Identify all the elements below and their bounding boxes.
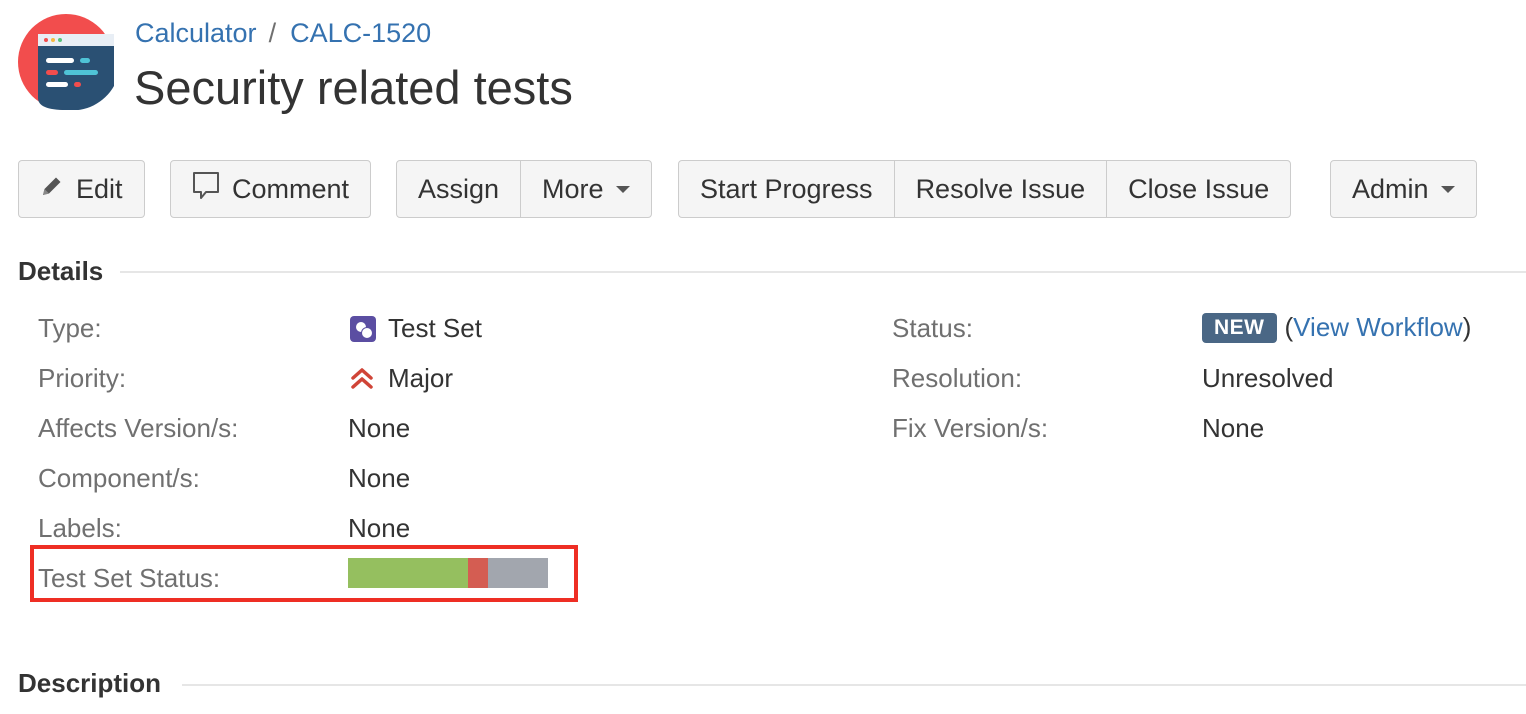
status-value: NEW (View Workflow) [1202, 312, 1471, 343]
edit-group: Edit [18, 160, 145, 218]
admin-group: Admin [1330, 160, 1477, 218]
breadcrumb: Calculator / CALC-1520 [135, 18, 431, 49]
assign-more-group: Assign More [396, 160, 652, 218]
admin-label: Admin [1352, 173, 1429, 204]
breadcrumb-issue-key-link[interactable]: CALC-1520 [290, 18, 431, 48]
fix-version-value: None [1202, 413, 1265, 443]
affects-version-value: None [348, 413, 411, 443]
description-divider [182, 684, 1526, 686]
status-badge: NEW [1202, 312, 1277, 343]
assign-button[interactable]: Assign [397, 161, 520, 217]
comment-button[interactable]: Comment [171, 161, 370, 217]
details-heading[interactable]: Details [18, 256, 103, 287]
details-divider [120, 271, 1526, 273]
labels-label: Labels: [38, 513, 122, 543]
comment-group: Comment [170, 160, 372, 218]
resolve-issue-button[interactable]: Resolve Issue [893, 161, 1107, 217]
type-value-text: Test Set [388, 313, 482, 343]
description-heading[interactable]: Description [18, 668, 161, 699]
resolution-value: Unresolved [1202, 363, 1334, 393]
type-value: Test Set [350, 313, 482, 344]
components-value: None [348, 463, 411, 493]
admin-dropdown-button[interactable]: Admin [1331, 161, 1476, 217]
workflow-group: Start Progress Resolve Issue Close Issue [678, 160, 1292, 218]
priority-label: Priority: [38, 363, 127, 393]
chevron-down-icon [1440, 185, 1455, 193]
priority-value-text: Major [388, 363, 454, 393]
highlight-box [30, 545, 578, 602]
type-label: Type: [38, 313, 102, 343]
comment-icon [192, 171, 220, 208]
breadcrumb-separator: / [268, 18, 277, 48]
view-workflow-link[interactable]: View Workflow [1293, 312, 1463, 343]
resolution-label: Resolution: [892, 363, 1023, 393]
start-progress-button[interactable]: Start Progress [679, 161, 894, 217]
pencil-icon [40, 174, 64, 205]
paren-close: ) [1462, 312, 1472, 342]
priority-value: Major [350, 363, 453, 394]
project-avatar[interactable] [18, 14, 114, 110]
page-title: Security related tests [134, 61, 573, 114]
labels-value: None [348, 513, 411, 543]
status-label: Status: [892, 313, 973, 343]
chevron-down-icon [615, 185, 630, 193]
affects-version-label: Affects Version/s: [38, 413, 239, 443]
more-dropdown-button[interactable]: More [520, 161, 651, 217]
priority-major-icon [350, 366, 374, 392]
comment-label: Comment [232, 173, 350, 204]
paren-open: ( [1284, 312, 1294, 342]
fix-version-label: Fix Version/s: [892, 413, 1049, 443]
breadcrumb-project-link[interactable]: Calculator [135, 18, 257, 48]
test-set-icon [350, 315, 376, 342]
edit-button[interactable]: Edit [19, 161, 144, 217]
edit-label: Edit [76, 173, 123, 204]
more-label: More [542, 173, 604, 204]
components-label: Component/s: [38, 463, 200, 493]
close-issue-button[interactable]: Close Issue [1106, 161, 1290, 217]
